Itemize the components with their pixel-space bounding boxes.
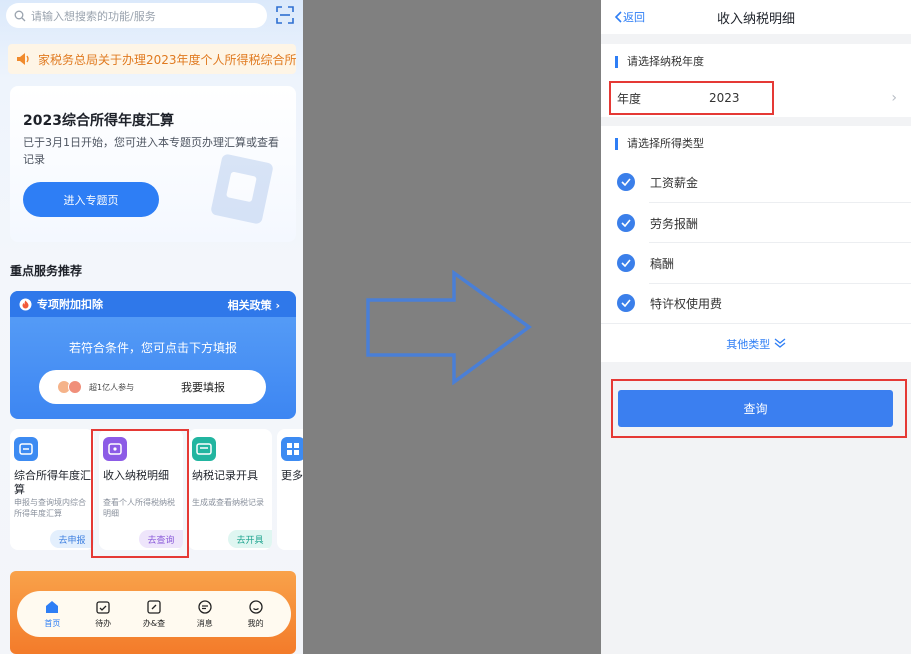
tab-label: 首页 <box>44 619 61 628</box>
type-label: 劳务报酬 <box>650 216 699 231</box>
type-option[interactable]: 稿酬 <box>601 243 911 283</box>
checkmark-icon <box>617 214 635 232</box>
tab-label: 待办 <box>95 619 112 628</box>
type-label: 稿酬 <box>650 256 675 271</box>
card-tag[interactable]: 去开具 <box>228 530 272 548</box>
tab-todo[interactable]: 待办 <box>85 599 121 629</box>
card-title: 综合所得年度汇算 <box>14 469 91 496</box>
report-icon <box>14 437 38 461</box>
more-types-label: 其他类型 <box>726 338 771 351</box>
search-placeholder: 请输入想搜索的功能/服务 <box>31 9 156 23</box>
tab-message[interactable]: 消息 <box>187 599 223 629</box>
tab-bar: 首页 待办 办&查 消息 我的 <box>17 591 291 637</box>
related-policy-link[interactable]: 相关政策 › <box>228 297 280 313</box>
tab-home[interactable]: 首页 <box>34 599 70 629</box>
document-illustration-icon <box>211 154 273 224</box>
highlight-box-income-detail <box>91 429 189 558</box>
checkmark-icon <box>617 173 635 191</box>
card-tag[interactable]: 去申报 <box>50 530 94 548</box>
highlight-box-year <box>609 81 774 115</box>
annual-settlement-card: 2023综合所得年度汇算 已于3月1日开始，您可进入本专题页办理汇算或查看记录 … <box>10 86 296 242</box>
card-title: 更多 <box>281 469 303 482</box>
highlight-box-query <box>611 379 907 438</box>
type-panel: 请选择所得类型 工资薪金 劳务报酬 稿酬 特许权使用费 其他类型 <box>601 126 911 362</box>
special-hint: 若符合条件，您可点击下方填报 <box>68 341 237 355</box>
tab-label: 办&查 <box>142 619 166 628</box>
notice-text: 家税务总局关于办理2023年度个人所得税综合所 <box>38 52 296 67</box>
section-title: 重点服务推荐 <box>10 264 83 278</box>
income-detail-screen: 返回 收入纳税明细 请选择纳税年度 年度 2023 › 请选择所得类型 工资薪金… <box>601 0 911 654</box>
tab-handle-query[interactable]: 办&查 <box>136 599 172 629</box>
checkmark-icon <box>617 254 635 272</box>
search-icon <box>14 10 26 21</box>
type-option[interactable]: 劳务报酬 <box>601 203 911 243</box>
card-desc: 生成或查看纳税记录 <box>192 498 264 507</box>
double-chevron-down-icon <box>774 338 786 348</box>
type-section-label: 请选择所得类型 <box>615 138 704 150</box>
service-card-annual[interactable]: 综合所得年度汇算 申报与查询境内综合所得年度汇算 去申报 <box>10 429 94 550</box>
tab-label: 消息 <box>196 619 213 628</box>
scan-icon[interactable] <box>276 6 294 24</box>
service-card-tax-record[interactable]: 纳税记录开具 生成或查看纳税记录 去开具 <box>188 429 272 550</box>
search-input[interactable]: 请输入想搜索的功能/服务 <box>6 3 267 28</box>
annual-title: 2023综合所得年度汇算 <box>23 113 174 129</box>
special-title: 专项附加扣除 <box>37 298 103 311</box>
type-option[interactable]: 特许权使用费 <box>601 283 911 323</box>
avatar-group <box>57 380 82 394</box>
arrow-right-icon <box>366 270 532 385</box>
tab-label: 我的 <box>247 619 264 628</box>
avatar <box>68 380 82 394</box>
tab-mine[interactable]: 我的 <box>238 599 274 629</box>
special-deduction-card: 专项附加扣除 相关政策 › 若符合条件，您可点击下方填报 超1亿人参与 我要填报 <box>10 291 296 419</box>
type-label: 特许权使用费 <box>650 296 723 311</box>
home-screen: 请输入想搜索的功能/服务 家税务总局关于办理2023年度个人所得税综合所 202… <box>0 0 303 654</box>
user-icon <box>248 600 263 614</box>
message-icon <box>198 600 212 614</box>
card-title: 纳税记录开具 <box>192 469 258 482</box>
more-types-button[interactable]: 其他类型 <box>601 336 911 352</box>
page-title: 收入纳税明细 <box>716 11 795 27</box>
speaker-icon <box>17 53 29 65</box>
service-card-more[interactable]: 更多 <box>277 429 303 550</box>
type-option[interactable]: 工资薪金 <box>601 162 911 202</box>
type-label: 工资薪金 <box>650 175 699 190</box>
record-icon <box>192 437 216 461</box>
divider <box>601 323 911 324</box>
year-section-label: 请选择纳税年度 <box>615 56 704 68</box>
grid-icon <box>281 437 303 461</box>
edit-icon <box>147 600 161 614</box>
notice-banner[interactable]: 家税务总局关于办理2023年度个人所得税综合所 <box>8 44 296 74</box>
chevron-right-icon: › <box>891 90 897 106</box>
checkmark-icon <box>617 294 635 312</box>
participants-text: 超1亿人参与 <box>89 382 135 392</box>
card-desc: 申报与查询境内综合所得年度汇算 <box>14 498 86 518</box>
nav-bar: 返回 收入纳税明细 <box>601 0 911 34</box>
home-icon <box>46 601 59 613</box>
special-fill-button[interactable]: 超1亿人参与 我要填报 <box>39 370 266 404</box>
flame-icon <box>19 298 32 310</box>
enter-topic-button[interactable]: 进入专题页 <box>23 182 159 217</box>
calendar-icon <box>96 601 110 614</box>
fill-label: 我要填报 <box>181 381 225 394</box>
